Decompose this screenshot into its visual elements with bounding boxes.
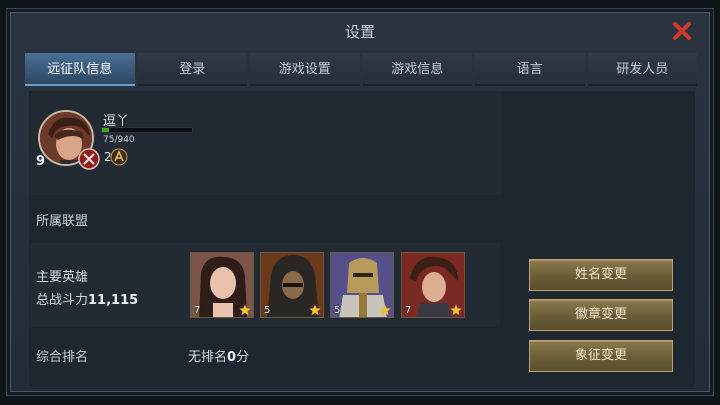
overall-ranking-value: 无排名0分 bbox=[188, 346, 249, 365]
hero-card-2[interactable]: 5 bbox=[260, 252, 324, 318]
close-icon[interactable] bbox=[671, 20, 693, 42]
profile-card bbox=[31, 93, 501, 195]
ranking-suffix: 分 bbox=[236, 350, 250, 365]
player-level: 9 bbox=[36, 154, 46, 169]
total-power-label: 总战斗力 bbox=[36, 293, 89, 308]
exp-text: 75/940 bbox=[103, 135, 135, 145]
window-title: 设置 bbox=[344, 23, 375, 41]
hero-card-3[interactable]: 5 bbox=[330, 252, 394, 318]
hero-1-level: 7 bbox=[194, 305, 201, 316]
ranking-score: 0 bbox=[227, 350, 237, 365]
rank-emblem-icon bbox=[110, 148, 128, 166]
total-power-value: 11,115 bbox=[88, 293, 139, 308]
tab-expedition-info[interactable]: 远征队信息 bbox=[25, 53, 135, 86]
tab-language[interactable]: 语言 bbox=[475, 53, 585, 86]
rename-button[interactable]: 姓名变更 bbox=[529, 259, 673, 291]
ranking-prefix: 无排名 bbox=[188, 350, 228, 365]
tab-game-settings[interactable]: 游戏设置 bbox=[250, 53, 360, 86]
hero-card-4[interactable]: 7 bbox=[401, 252, 465, 318]
hero-card-1[interactable]: 7 bbox=[190, 252, 254, 318]
tab-developers[interactable]: 研发人员 bbox=[587, 53, 697, 86]
hero-2-level: 5 bbox=[264, 305, 271, 316]
no-badge-icon[interactable] bbox=[78, 148, 100, 170]
total-power: 总战斗力11,115 bbox=[36, 289, 138, 308]
exp-bar bbox=[101, 127, 193, 133]
hero-3-level: 5 bbox=[334, 305, 341, 316]
tab-login[interactable]: 登录 bbox=[137, 53, 247, 86]
alliance-label: 所属联盟 bbox=[36, 214, 89, 229]
tab-bar: 远征队信息 登录 游戏设置 游戏信息 语言 研发人员 bbox=[25, 53, 697, 86]
exp-bar-fill bbox=[102, 128, 110, 132]
hero-4-level: 7 bbox=[405, 305, 412, 316]
settings-window: 设置 远征队信息 登录 游戏设置 游戏信息 语言 研发人员 bbox=[10, 12, 710, 392]
badge-change-button[interactable]: 徽章变更 bbox=[529, 299, 673, 331]
star-icon bbox=[379, 304, 391, 316]
heroes-label: 主要英雄 bbox=[36, 270, 89, 285]
star-icon bbox=[239, 304, 251, 316]
star-icon bbox=[309, 304, 321, 316]
tab-game-info[interactable]: 游戏信息 bbox=[362, 53, 472, 86]
symbol-change-button[interactable]: 象征变更 bbox=[529, 340, 673, 372]
star-icon bbox=[450, 304, 462, 316]
overall-ranking-label: 综合排名 bbox=[36, 350, 89, 365]
